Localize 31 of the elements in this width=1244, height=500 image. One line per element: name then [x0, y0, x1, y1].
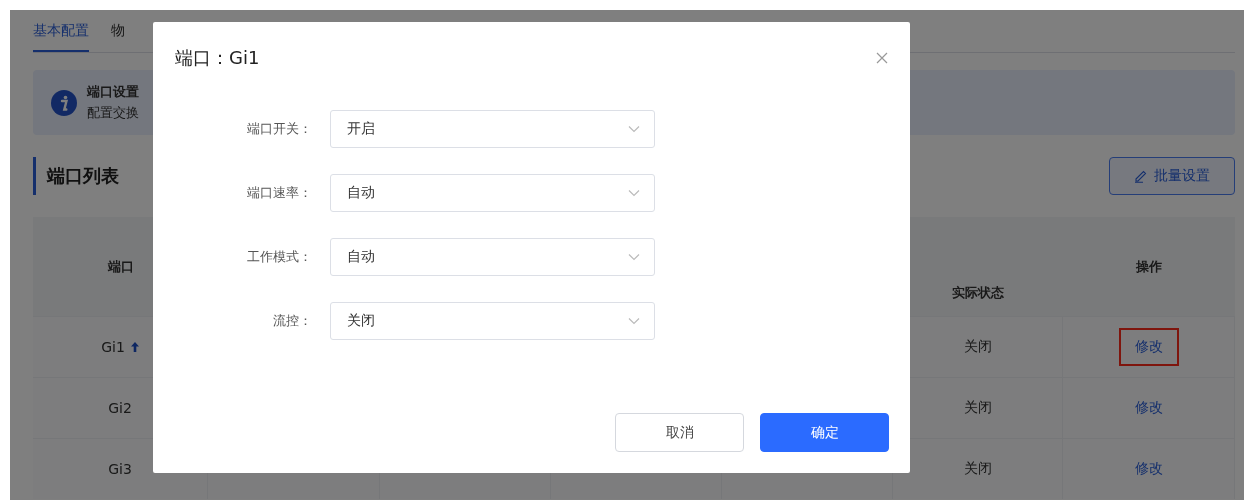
close-icon[interactable]	[876, 52, 888, 64]
field-label: 流控：	[272, 312, 313, 330]
batch-settings-button[interactable]: 批量设置	[1109, 156, 1235, 195]
dropdown[interactable]: 自动	[330, 174, 655, 212]
edit-link[interactable]: 修改	[1120, 330, 1177, 364]
caret-icon	[628, 317, 640, 325]
notice-title: 端口设置	[87, 83, 139, 101]
tab[interactable]: 基本配置	[33, 22, 89, 52]
dialog-title: 端口：Gi1	[175, 46, 260, 70]
edit-link[interactable]: 修改	[1124, 454, 1173, 484]
notice-text: 配置交换	[87, 104, 139, 122]
pencil-icon	[1134, 168, 1148, 183]
field-label: 工作模式：	[246, 248, 313, 266]
dropdown[interactable]: 关闭	[330, 302, 655, 340]
port-name: Gi1	[101, 339, 125, 355]
caret-icon	[628, 253, 640, 261]
field-label: 端口速率：	[246, 184, 313, 202]
field-label: 端口开关：	[246, 120, 313, 138]
port-name: Gi3	[108, 461, 132, 477]
section-title: 端口列表	[33, 156, 119, 195]
dropdown[interactable]: 自动	[330, 238, 655, 276]
dropdown[interactable]: 开启	[330, 110, 655, 148]
caret-icon	[628, 189, 640, 197]
tab[interactable]: 物	[111, 22, 125, 52]
confirm-button[interactable]: 确定	[760, 413, 889, 452]
info-icon	[51, 89, 77, 116]
caret-icon	[628, 125, 640, 133]
port-name: Gi2	[108, 400, 132, 416]
cancel-button[interactable]: 取消	[615, 413, 744, 452]
column-header: 操作	[1063, 217, 1235, 316]
edit-link[interactable]: 修改	[1124, 393, 1173, 423]
